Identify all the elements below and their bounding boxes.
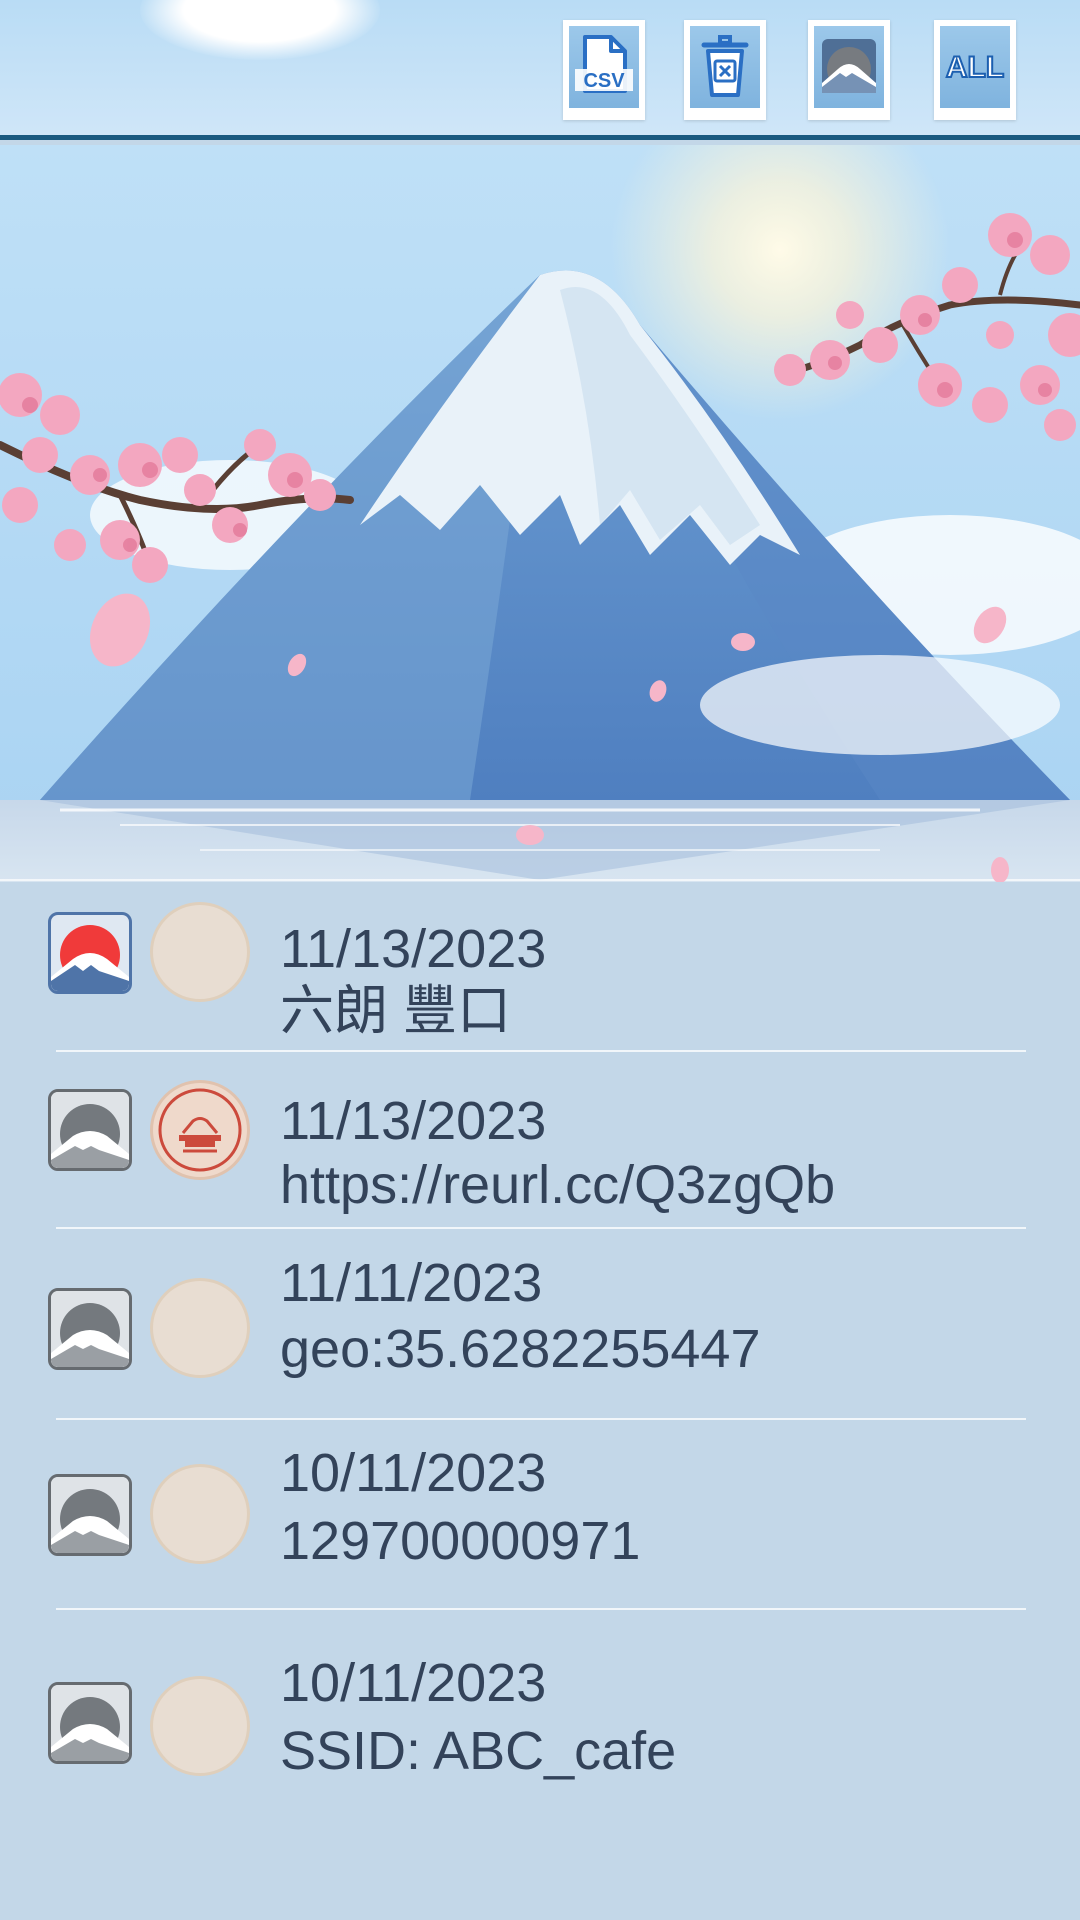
all-button-label: ALL (946, 51, 1004, 84)
delete-button[interactable] (684, 20, 766, 120)
history-date: 10/11/2023 (280, 1653, 547, 1713)
csv-button-label: CSV (583, 70, 625, 92)
gray-fuji-icon[interactable] (48, 1474, 132, 1556)
gray-fuji-icon[interactable] (48, 1682, 132, 1764)
history-value: geo:35.6282255447 (280, 1319, 761, 1379)
stamp-placeholder (150, 1464, 250, 1564)
divider (56, 1608, 1026, 1610)
fuji-illustration (0, 145, 1080, 882)
history-date: 11/13/2023 (280, 919, 547, 979)
fuji-icon (822, 39, 876, 93)
trash-icon (701, 35, 749, 97)
red-fuji-icon[interactable] (48, 912, 132, 994)
history-date: 11/11/2023 (280, 1253, 543, 1313)
gray-fuji-icon[interactable] (48, 1089, 132, 1171)
history-list: 11/13/2023 六朗 豐口 11/13/2023 https://reur… (0, 882, 1080, 1920)
toolbar: CSV ALL (0, 0, 1080, 140)
mountain-image (0, 145, 1080, 882)
all-icon: ALL (945, 50, 1005, 85)
export-csv-button[interactable]: CSV (563, 20, 645, 120)
divider (56, 1227, 1026, 1229)
stamp-placeholder (150, 902, 250, 1002)
divider (56, 1050, 1026, 1052)
csv-file-icon: CSV (575, 35, 633, 93)
gray-fuji-icon[interactable] (48, 1288, 132, 1370)
history-value[interactable]: https://reurl.cc/Q3zgQb (280, 1158, 835, 1212)
stamp-placeholder (150, 1278, 250, 1378)
history-value: 六朗 豐口 (280, 981, 512, 1041)
stamp-placeholder (150, 1676, 250, 1776)
history-date: 10/11/2023 (280, 1443, 547, 1503)
cloud-decoration (140, 0, 380, 60)
history-value: SSID: ABC_cafe (280, 1721, 677, 1781)
history-value: 129700000971 (280, 1511, 641, 1571)
history-date: 11/13/2023 (280, 1091, 547, 1151)
show-all-button[interactable]: ALL (934, 20, 1016, 120)
divider (56, 1418, 1026, 1420)
filter-fuji-button[interactable] (808, 20, 890, 120)
red-stamp-icon (150, 1080, 250, 1180)
